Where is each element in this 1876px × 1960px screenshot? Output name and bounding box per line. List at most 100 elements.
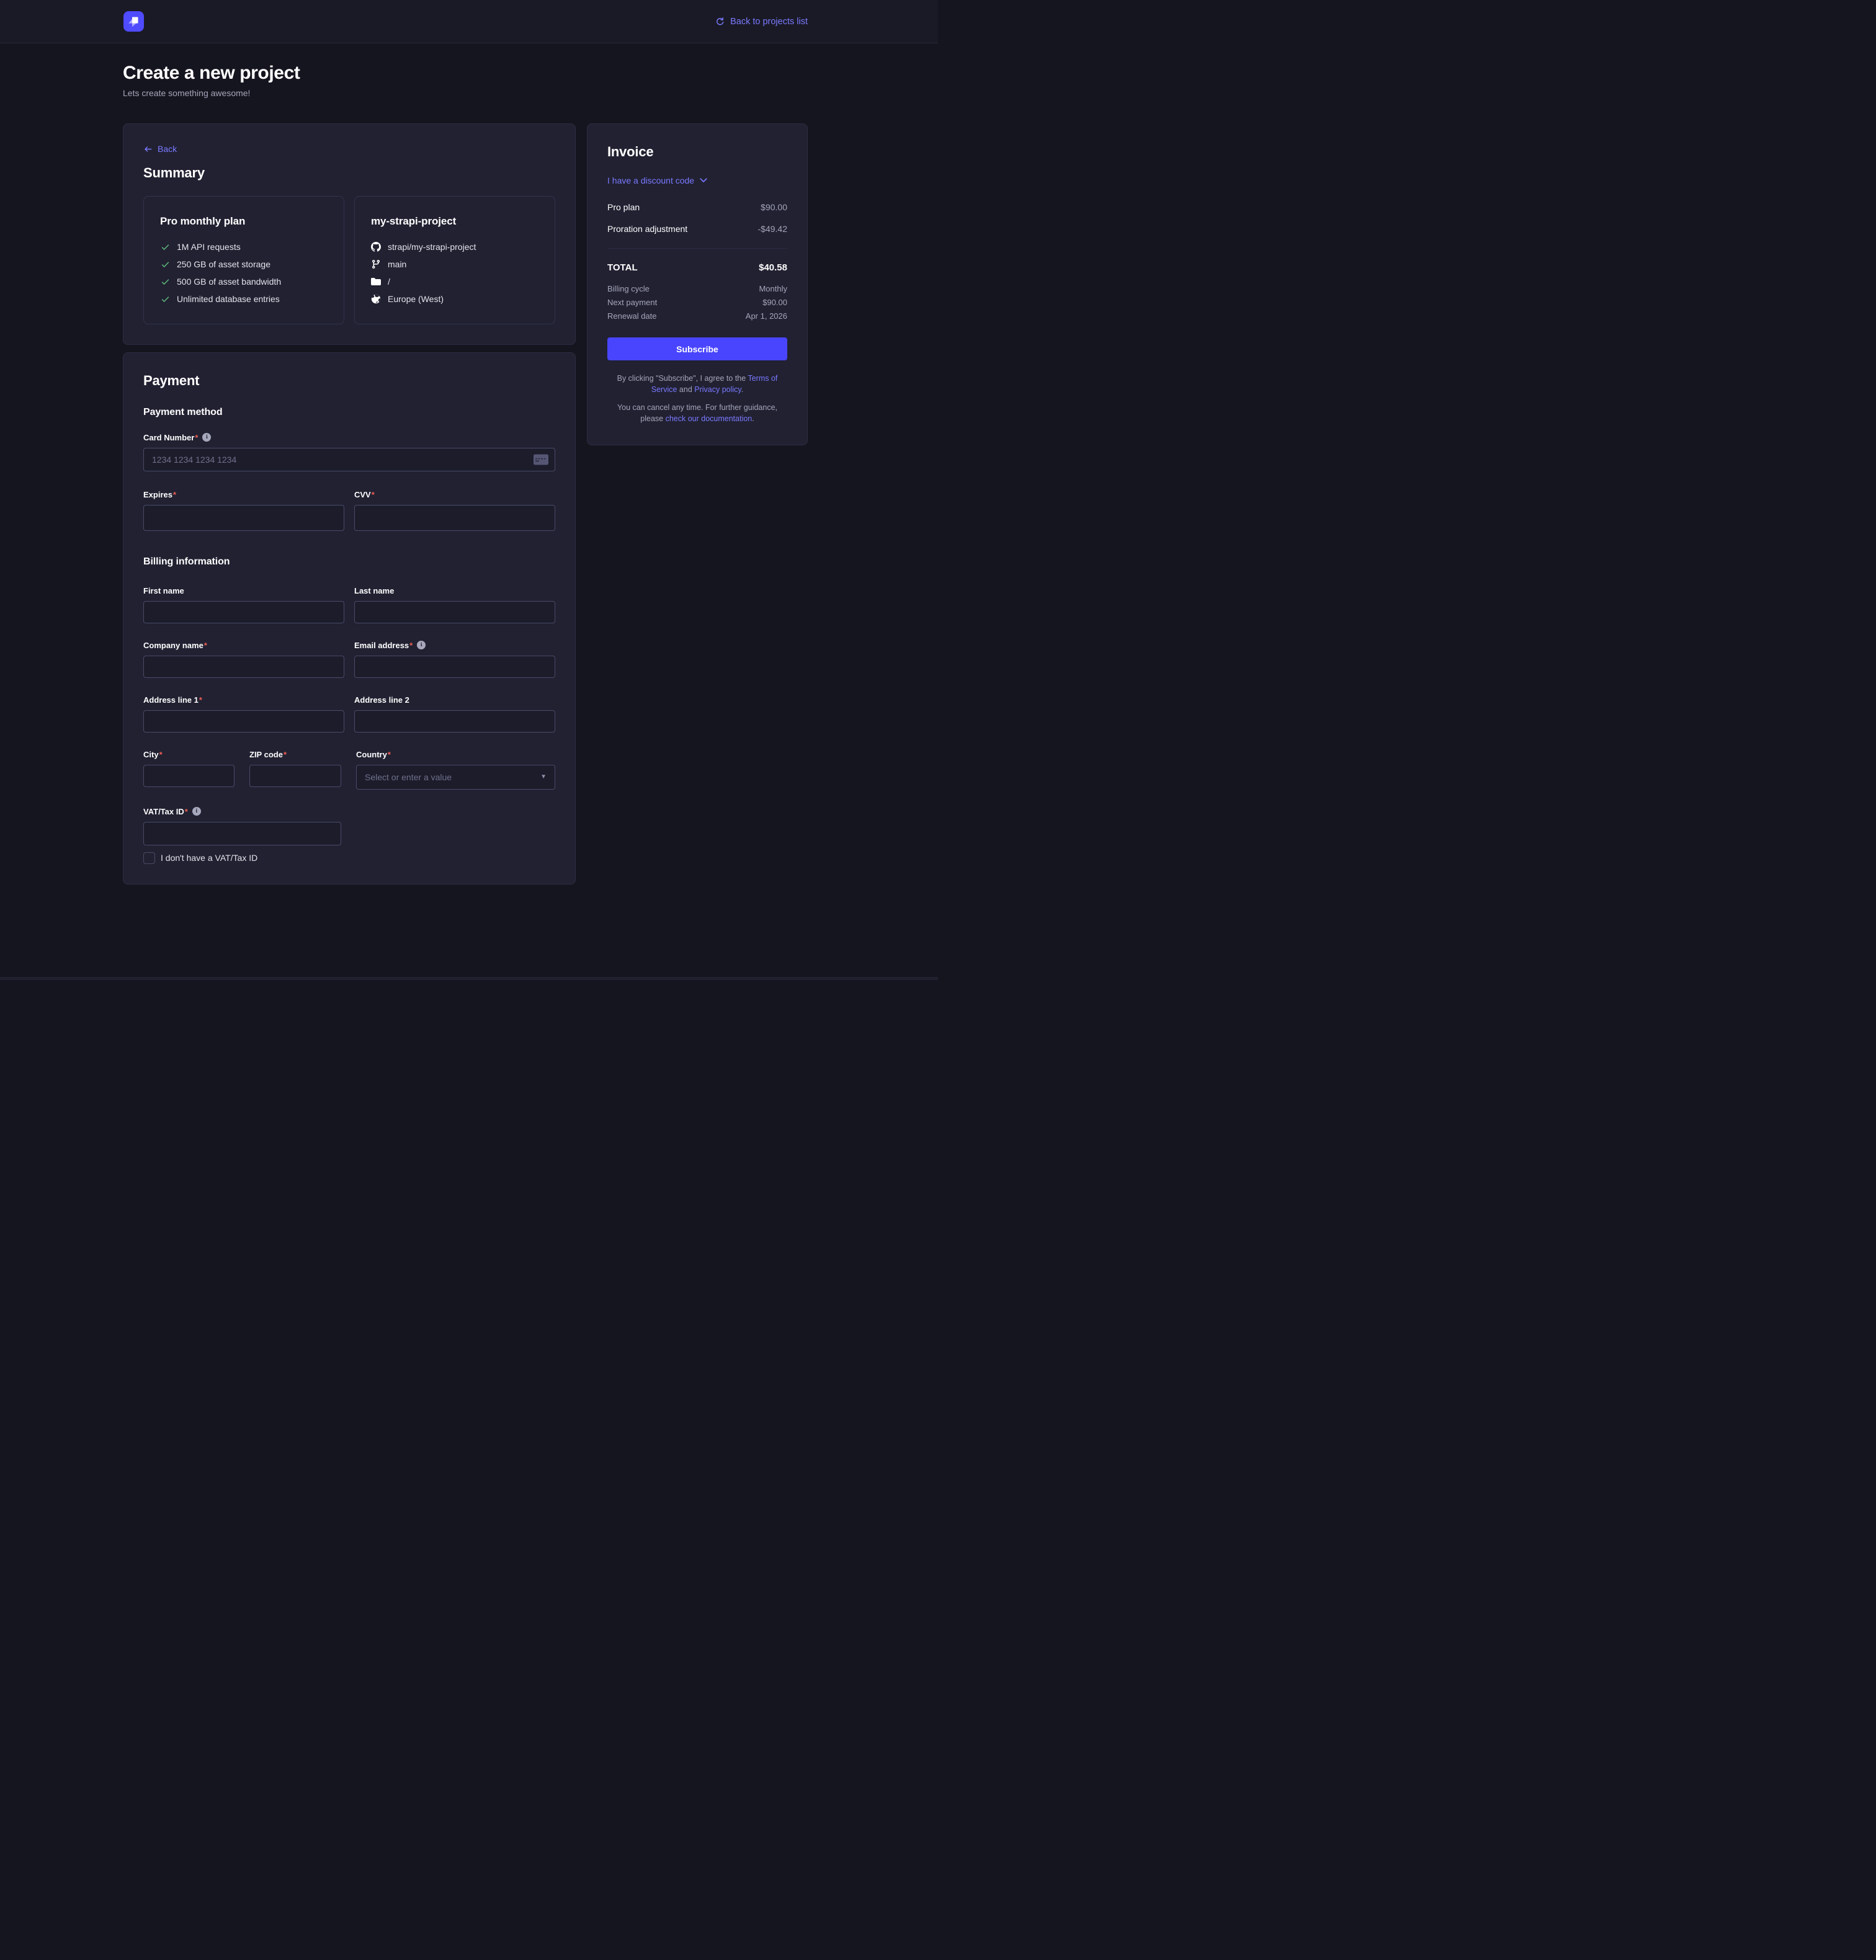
email-input[interactable] [354,656,555,678]
subscribe-button[interactable]: Subscribe [607,337,787,360]
invoice-divider [607,248,787,249]
renewal-date-row: Renewal date Apr 1, 2026 [607,311,787,321]
company-input[interactable] [143,656,344,678]
cvv-input[interactable] [354,505,555,531]
first-name-input[interactable] [143,601,344,623]
legal-text: and [677,385,694,394]
required-asterisk: * [159,750,163,759]
detail-value: Apr 1, 2026 [746,311,787,321]
required-asterisk: * [185,807,188,816]
expires-input[interactable] [143,505,344,531]
plan-feature-label: 500 GB of asset bandwidth [177,276,281,288]
folder-icon [371,277,381,287]
no-vat-label: I don't have a VAT/Tax ID [161,853,257,863]
credit-card-icon [534,454,548,465]
vat-label: VAT/Tax ID* i [143,807,341,816]
next-payment-row: Next payment $90.00 [607,298,787,307]
label-text: Address line 2 [354,695,409,705]
company-label: Company name* [143,641,344,650]
total-value: $40.58 [759,262,787,273]
label-text: ZIP code [249,750,283,759]
card-number-label: Card Number* i [143,433,555,442]
plan-title: Pro monthly plan [160,215,328,228]
project-repo-row: strapi/my-strapi-project [371,241,538,253]
invoice-row-label: Pro plan [607,202,640,212]
page: Back to projects list Create a new proje… [0,0,938,980]
invoice-row-proration: Proration adjustment -$49.42 [607,224,787,234]
country-field: Country* Select or enter a value ▼ [356,750,555,790]
project-card: my-strapi-project strapi/my-strapi-proje… [354,196,555,324]
zip-label: ZIP code* [249,750,341,759]
address2-input[interactable] [354,710,555,733]
check-icon [160,277,170,287]
invoice-row-value: -$49.42 [758,224,787,234]
page-title: Create a new project [123,63,808,84]
expires-field: Expires* [143,490,344,531]
label-text: Card Number [143,433,194,442]
discount-code-toggle[interactable]: I have a discount code [607,176,707,185]
info-icon[interactable]: i [417,641,426,649]
documentation-link[interactable]: check our documentation [666,414,753,423]
label-text: Country [356,750,387,759]
required-asterisk: * [199,695,202,705]
plan-feature: 500 GB of asset bandwidth [160,276,328,288]
city-label: City* [143,750,234,759]
first-name-field: First name [143,586,344,623]
total-label: TOTAL [607,262,638,273]
address1-label: Address line 1* [143,695,344,705]
cancel-legal-text: You can cancel any time. For further gui… [607,402,787,424]
card-number-field: Card Number* i [143,433,555,471]
invoice-line-items: Pro plan $90.00 Proration adjustment -$4… [607,202,787,234]
detail-value: Monthly [759,284,787,293]
cvv-label: CVV* [354,490,555,499]
card-number-input-wrap [143,448,555,471]
top-nav: Back to projects list [0,0,938,43]
required-asterisk: * [284,750,287,759]
project-repo-label: strapi/my-strapi-project [388,241,476,253]
plan-feature-label: Unlimited database entries [177,293,280,305]
city-field: City* [143,750,234,790]
zip-input[interactable] [249,765,341,787]
card-number-input[interactable] [143,448,555,471]
invoice-card: Invoice I have a discount code Pro plan … [587,123,808,445]
payment-method-title: Payment method [143,407,555,418]
detail-value: $90.00 [762,298,787,307]
company-field: Company name* [143,641,344,678]
plan-feature-list: 1M API requests 250 GB of asset storage [160,241,328,305]
city-input[interactable] [143,765,234,787]
address1-input[interactable] [143,710,344,733]
label-text: Email address [354,641,409,650]
vat-input[interactable] [143,822,341,845]
required-asterisk: * [409,641,413,650]
no-vat-checkbox[interactable] [143,852,155,864]
company-email-row: Company name* Email address* i [143,641,555,678]
check-icon [160,242,170,252]
country-select[interactable]: Select or enter a value ▼ [356,765,555,790]
billing-info-title: Billing information [143,556,555,568]
info-icon[interactable]: i [192,807,201,816]
project-title: my-strapi-project [371,215,538,228]
detail-label: Next payment [607,298,657,307]
project-branch-row: main [371,259,538,270]
strapi-logo[interactable] [123,11,144,32]
project-region-label: Europe (West) [388,293,444,305]
no-vat-checkbox-row[interactable]: I don't have a VAT/Tax ID [143,852,555,864]
left-column: Back Summary Pro monthly plan 1 [123,123,576,884]
address-row: Address line 1* Address line 2 [143,695,555,733]
back-link[interactable]: Back [143,144,177,154]
label-text: VAT/Tax ID [143,807,184,816]
content-grid: Back Summary Pro monthly plan 1 [123,123,808,884]
info-icon[interactable]: i [202,433,211,442]
last-name-input[interactable] [354,601,555,623]
label-text: First name [143,586,184,595]
invoice-total-row: TOTAL $40.58 [607,262,787,273]
detail-label: Billing cycle [607,284,650,293]
globe-icon [371,294,381,304]
legal-text: . [752,414,754,423]
label-text: Company name [143,641,203,650]
back-to-projects-link[interactable]: Back to projects list [715,17,808,27]
plan-feature: 250 GB of asset storage [160,259,328,270]
privacy-policy-link[interactable]: Privacy policy [694,385,741,394]
last-name-field: Last name [354,586,555,623]
email-label: Email address* i [354,641,555,650]
